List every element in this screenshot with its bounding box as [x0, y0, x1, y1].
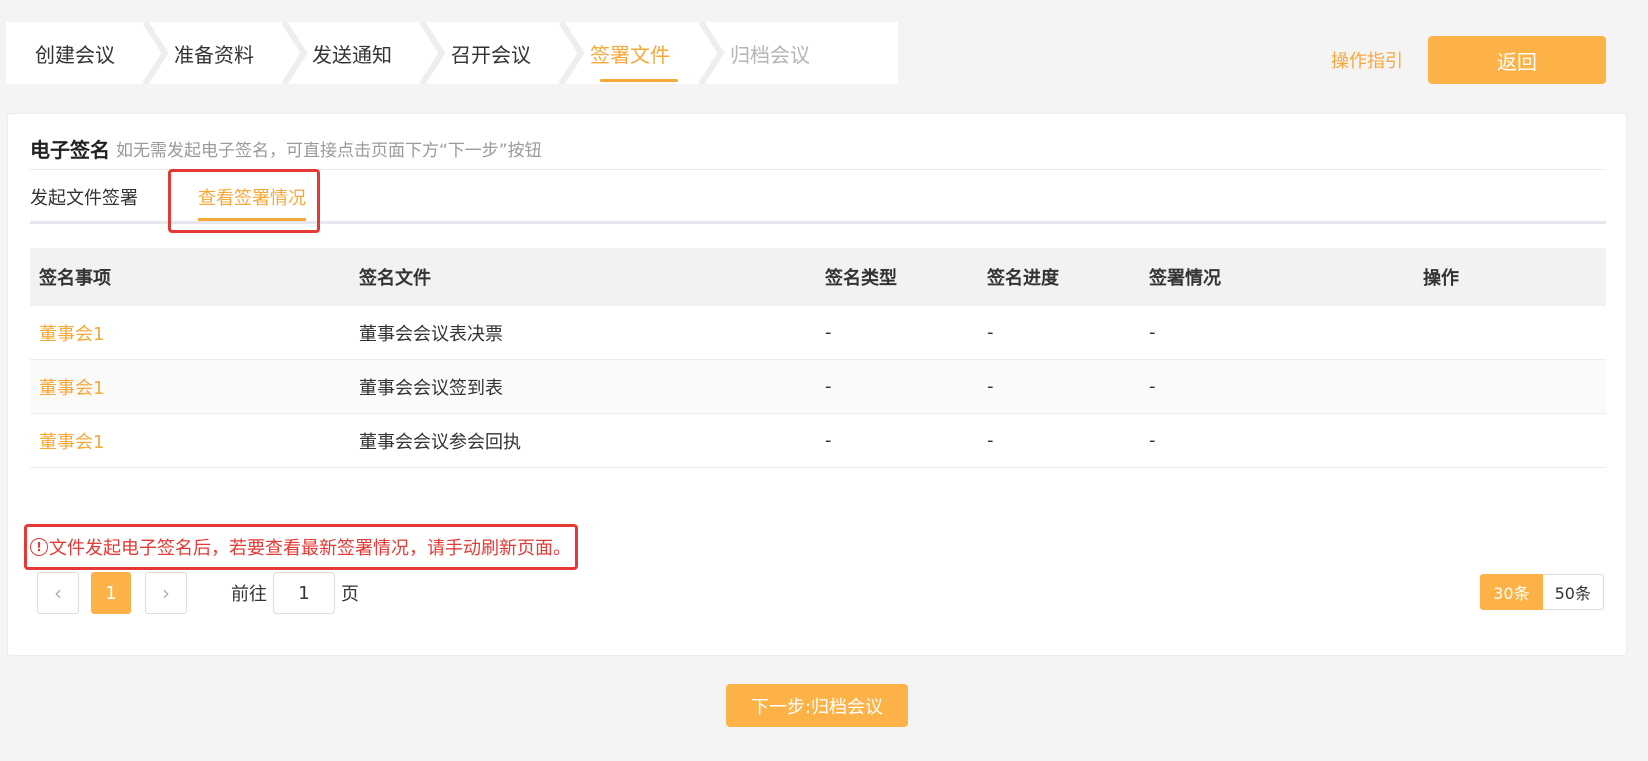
signing-progress-cell: - [987, 430, 994, 451]
pagination: ‹ 1 › 前往 页 [37, 572, 359, 614]
step-separator-arrow [282, 22, 308, 84]
step-separator-arrow [559, 22, 585, 84]
tab-initiate-signing[interactable]: 发起文件签署 [30, 172, 138, 221]
table-row: 董事会1 董事会会议表决票 - - - [30, 306, 1606, 360]
prev-page-button[interactable]: ‹ [37, 572, 79, 614]
signing-status-cell: - [1149, 376, 1156, 397]
warning-text: 文件发起电子签名后，若要查看最新签署情况，请手动刷新页面。 [49, 538, 571, 559]
next-page-button[interactable]: › [145, 572, 187, 614]
page-unit-label: 页 [341, 584, 359, 605]
goto-label: 前往 [231, 584, 267, 605]
signing-type-cell: - [825, 376, 832, 397]
step-separator-arrow [143, 22, 169, 84]
signing-table: 签名事项 签名文件 签名类型 签名进度 签署情况 操作 董事会1 董事会会议表决… [30, 248, 1606, 468]
signing-item-link[interactable]: 董事会1 [39, 378, 104, 399]
signing-item-link[interactable]: 董事会1 [39, 324, 104, 345]
step-label: 召开会议 [451, 42, 531, 67]
step-separator-arrow [420, 22, 446, 84]
panel-title: 电子签名 [30, 138, 110, 162]
step-label: 创建会议 [35, 42, 115, 67]
signing-status-cell: - [1149, 322, 1156, 343]
column-header: 签名类型 [825, 268, 897, 289]
next-step-button[interactable]: 下一步:归档会议 [726, 684, 908, 727]
step-hold-meeting[interactable]: 召开会议 [451, 22, 531, 84]
operation-guide-link[interactable]: 操作指引 [1331, 47, 1403, 73]
page-size-50[interactable]: 50条 [1542, 574, 1604, 610]
active-step-underline [600, 79, 678, 82]
column-header: 签名事项 [39, 268, 111, 289]
signing-file-cell: 董事会会议签到表 [359, 377, 503, 399]
table-row: 董事会1 董事会会议参会回执 - - - [30, 414, 1606, 468]
signing-status-cell: - [1149, 430, 1156, 451]
tab-bar: 发起文件签署 查看签署情况 [30, 172, 1606, 224]
panel-header: 电子签名 如无需发起电子签名，可直接点击页面下方“下一步”按钮 [30, 128, 1606, 170]
page-number-current[interactable]: 1 [91, 572, 131, 614]
step-label: 发送通知 [312, 42, 392, 67]
tab-label: 查看签署情况 [198, 187, 306, 209]
chevron-right-icon: › [162, 581, 170, 605]
table-row: 董事会1 董事会会议签到表 - - - [30, 360, 1606, 414]
exclamation-circle-icon: ! [30, 538, 48, 556]
signing-type-cell: - [825, 430, 832, 451]
step-label: 归档会议 [730, 42, 810, 67]
step-prepare-materials[interactable]: 准备资料 [174, 22, 254, 84]
column-header: 签署情况 [1149, 268, 1221, 289]
step-progress-bar: 创建会议 准备资料 发送通知 召开会议 签署文件 归档会议 [6, 22, 898, 84]
page-size-30[interactable]: 30条 [1480, 574, 1543, 610]
chevron-left-icon: ‹ [54, 581, 62, 605]
step-archive-meeting: 归档会议 [730, 22, 810, 84]
signing-item-link[interactable]: 董事会1 [39, 432, 104, 453]
step-send-notice[interactable]: 发送通知 [312, 22, 392, 84]
step-label: 签署文件 [590, 42, 670, 67]
e-signature-panel: 电子签名 如无需发起电子签名，可直接点击页面下方“下一步”按钮 发起文件签署 查… [7, 113, 1627, 656]
step-create-meeting[interactable]: 创建会议 [35, 22, 115, 84]
table-header: 签名事项 签名文件 签名类型 签名进度 签署情况 操作 [30, 248, 1606, 306]
column-header: 操作 [1423, 268, 1459, 289]
column-header: 签名文件 [359, 268, 431, 289]
step-label: 准备资料 [174, 42, 254, 67]
panel-hint: 如无需发起电子签名，可直接点击页面下方“下一步”按钮 [116, 141, 542, 161]
signing-progress-cell: - [987, 322, 994, 343]
column-header: 签名进度 [987, 268, 1059, 289]
step-separator-arrow [699, 22, 725, 84]
active-tab-underline [198, 218, 306, 221]
signing-file-cell: 董事会会议表决票 [359, 323, 503, 345]
tab-view-signing-status[interactable]: 查看签署情况 [198, 172, 306, 221]
tab-label: 发起文件签署 [30, 187, 138, 209]
signing-file-cell: 董事会会议参会回执 [359, 431, 521, 453]
page-size-selector: 30条 50条 [1480, 574, 1604, 610]
back-button[interactable]: 返回 [1428, 36, 1606, 84]
goto-page-input[interactable] [273, 572, 335, 614]
step-sign-documents[interactable]: 签署文件 [590, 22, 678, 84]
signing-progress-cell: - [987, 376, 994, 397]
refresh-warning: ! 文件发起电子签名后，若要查看最新签署情况，请手动刷新页面。 [30, 534, 571, 560]
signing-type-cell: - [825, 322, 832, 343]
